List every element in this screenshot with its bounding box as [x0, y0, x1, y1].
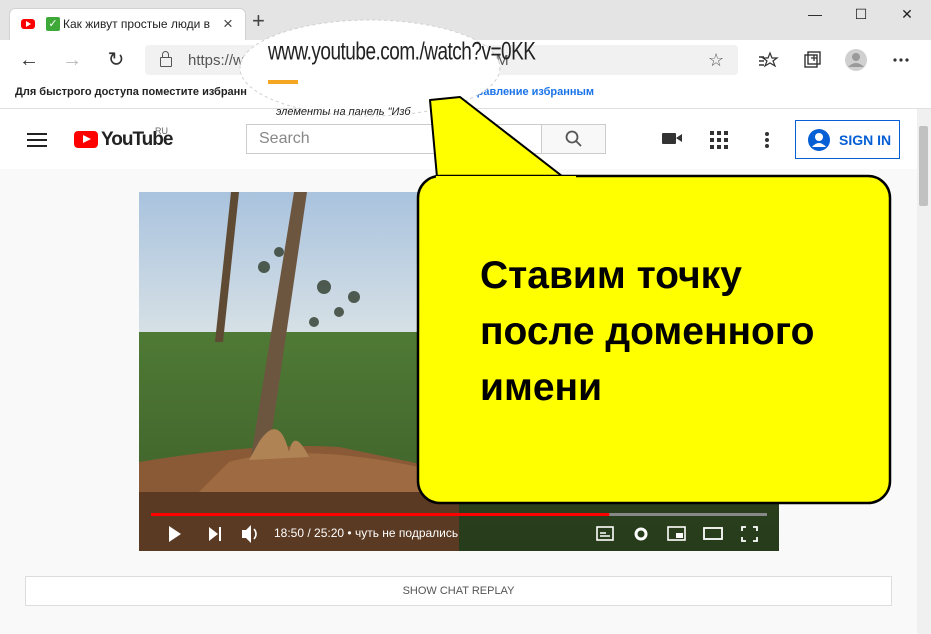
zoom-highlight — [268, 80, 298, 84]
zoomed-url: www.youtube.com./watch?v=0KK — [268, 38, 536, 66]
callout-text: Ставим точку после доменного имени — [480, 254, 815, 409]
zoomed-favorites-hint: элементы на панель "Изб — [276, 106, 411, 118]
